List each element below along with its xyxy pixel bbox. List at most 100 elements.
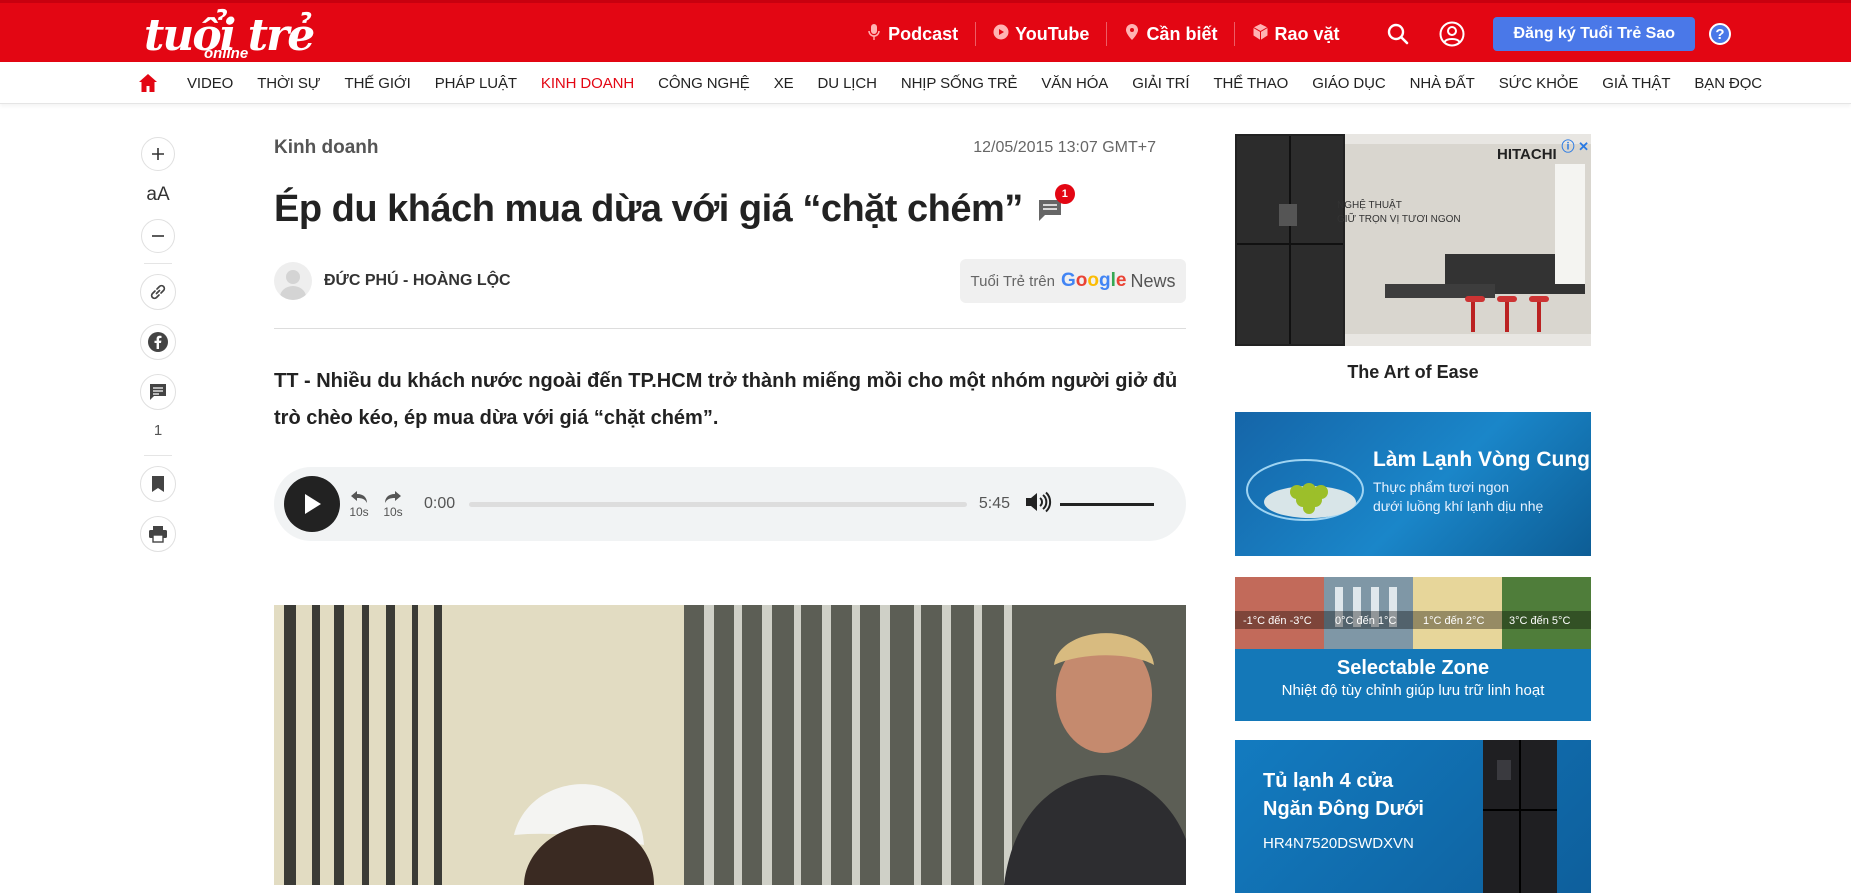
nav-item-kinh-doanh[interactable]: KINH DOANH — [529, 75, 646, 92]
nav-item-video[interactable]: VIDEO — [175, 75, 245, 92]
ad-fridge-banner[interactable]: Tủ lạnh 4 cửa Ngăn Đông Dưới HR4N7520DSW… — [1235, 740, 1591, 893]
bookmark-button[interactable] — [140, 466, 176, 502]
comment-button[interactable] — [140, 374, 176, 410]
google-logo: Google — [1061, 270, 1127, 291]
gnews-label: News — [1130, 270, 1176, 291]
nav-item-du-lich[interactable]: DU LỊCH — [806, 75, 889, 92]
article-date: 12/05/2015 13:07 GMT+7 — [973, 139, 1156, 156]
volume-icon[interactable] — [1024, 491, 1052, 518]
nav-item-cong-nghe[interactable]: CÔNG NGHỆ — [646, 75, 762, 92]
ad3-title: Selectable Zone — [1336, 657, 1490, 679]
home-icon[interactable] — [138, 73, 158, 93]
google-news-button[interactable]: Tuổi Trẻ trên Google News — [960, 259, 1186, 303]
article-category[interactable]: Kinh doanh — [274, 137, 378, 159]
youtube-icon — [993, 24, 1009, 44]
main-nav: VIDEO THỜI SỰ THẾ GIỚI PHÁP LUẬT KINH DO… — [0, 62, 1851, 104]
logo-sub: online — [204, 45, 249, 62]
site-logo[interactable]: tuổi trẻ online — [144, 12, 315, 63]
ad2-title: Làm Lạnh Vòng Cung — [1373, 448, 1590, 471]
can-biet-label: Cần biết — [1146, 23, 1218, 44]
font-decrease-button[interactable] — [141, 219, 175, 253]
rail-divider — [144, 263, 172, 264]
podcast-link[interactable]: Podcast — [849, 22, 975, 46]
youtube-label: YouTube — [1015, 23, 1090, 44]
ad2-sub2: dưới luồng khí lạnh dịu nhẹ — [1373, 498, 1544, 514]
comment-count: 1 — [153, 422, 163, 439]
ad3-zone-3: 1°C đến 2°C — [1423, 615, 1485, 627]
progress-track[interactable] — [469, 501, 967, 507]
forward-button[interactable]: 10s — [378, 489, 408, 519]
article-title: Ép du khách mua dừa với giá “chặt chém” — [274, 187, 1023, 230]
nav-item-thoi-su[interactable]: THỜI SỰ — [245, 75, 332, 92]
ad2-sub1: Thực phẩm tươi ngon — [1373, 479, 1510, 495]
nav-item-van-hoa[interactable]: VĂN HÓA — [1029, 75, 1120, 92]
nav-item-ban-doc[interactable]: BẠN ĐỌC — [1682, 75, 1774, 92]
share-rail: aA 1 — [138, 137, 178, 552]
pin-icon — [1124, 24, 1140, 44]
nav-item-giai-tri[interactable]: GIẢI TRÍ — [1120, 75, 1201, 92]
signup-button[interactable]: Đăng ký Tuổi Trẻ Sao — [1493, 17, 1695, 51]
font-increase-button[interactable] — [141, 137, 175, 171]
nav-item-suc-khoe[interactable]: SỨC KHỎE — [1487, 75, 1591, 92]
rao-vat-label: Rao vặt — [1274, 23, 1340, 44]
article-meta: Kinh doanh 12/05/2015 13:07 GMT+7 — [274, 130, 1186, 166]
ad3-zone-4: 3°C đến 5°C — [1509, 615, 1571, 627]
ad3-sub: Nhiệt độ tùy chỉnh giúp lưu trữ linh hoạ… — [1281, 682, 1545, 699]
author-avatar — [274, 262, 312, 300]
cube-icon — [1252, 24, 1268, 44]
nav-item-nhip-song-tre[interactable]: NHỊP SỐNG TRẺ — [889, 75, 1030, 92]
nav-item-the-gioi[interactable]: THẾ GIỚI — [333, 75, 423, 92]
author-name: ĐỨC PHÚ - HOÀNG LỘC — [324, 272, 511, 289]
comment-bubble-icon[interactable]: 1 — [1037, 183, 1075, 227]
ad4-model: HR4N7520DSWDXVN — [1263, 835, 1414, 852]
nav-item-xe[interactable]: XE — [762, 75, 806, 92]
ad-close-icon[interactable]: ⓘ ✕ — [1561, 136, 1589, 155]
youtube-link[interactable]: YouTube — [975, 22, 1106, 46]
forward-label: 10s — [383, 505, 403, 519]
ad3-zone-2: 0°C đến 1°C — [1335, 615, 1397, 627]
facebook-share-button[interactable] — [140, 324, 176, 360]
article: Kinh doanh 12/05/2015 13:07 GMT+7 Ép du … — [274, 130, 1186, 885]
microphone-icon — [866, 24, 882, 44]
top-header: tuổi trẻ online Podcast YouTube Cần biết — [0, 0, 1851, 62]
nav-item-nha-dat[interactable]: NHÀ ĐẤT — [1398, 75, 1487, 92]
copy-link-button[interactable] — [140, 274, 176, 310]
rewind-button[interactable]: 10s — [344, 489, 374, 519]
rewind-label: 10s — [349, 505, 369, 519]
forward-icon — [385, 491, 401, 503]
volume-slider[interactable] — [1060, 502, 1154, 506]
ad3-zone-1: -1°C đến -3°C — [1243, 615, 1312, 627]
duration: 5:45 — [978, 495, 1010, 512]
ad1-brand: HITACHI — [1497, 146, 1557, 163]
author-block[interactable]: ĐỨC PHÚ - HOÀNG LỘC — [274, 262, 511, 300]
rewind-icon — [351, 491, 367, 503]
rao-vat-link[interactable]: Rao vặt — [1234, 22, 1356, 46]
help-icon[interactable]: ? — [1709, 23, 1731, 45]
nav-item-giao-duc[interactable]: GIÁO DỤC — [1300, 75, 1397, 92]
ad4-title1: Tủ lạnh 4 cửa — [1263, 770, 1394, 792]
can-biet-link[interactable]: Cần biết — [1106, 22, 1234, 46]
audio-player: 10s 10s 0:00 5:45 — [274, 467, 1186, 541]
ad-cooling-banner[interactable]: Làm Lạnh Vòng Cung Thực phẩm tươi ngon d… — [1235, 412, 1591, 556]
print-button[interactable] — [140, 516, 176, 552]
nav-item-the-thao[interactable]: THỂ THAO — [1201, 75, 1300, 92]
article-photo — [274, 605, 1186, 885]
ad4-title2: Ngăn Đông Dưới — [1263, 798, 1424, 820]
ad-selectable-zone-banner[interactable]: -1°C đến -3°C 0°C đến 1°C 1°C đến 2°C 3°… — [1235, 577, 1591, 721]
current-time: 0:00 — [424, 495, 456, 512]
ad1-caption: The Art of Ease — [1347, 362, 1479, 382]
comment-count-badge: 1 — [1054, 183, 1075, 204]
article-sapo: TT - Nhiều du khách nước ngoài đến TP.HC… — [274, 370, 1178, 429]
header-links: Podcast YouTube Cần biết Rao vặt Đăng ký — [849, 3, 1851, 65]
rail-divider — [144, 455, 172, 456]
ad1-text2: GIỮ TRỌN VỊ TƯƠI NGON — [1337, 214, 1461, 225]
nav-item-phap-luat[interactable]: PHÁP LUẬT — [423, 75, 529, 92]
ad-hitachi-banner[interactable]: HITACHI NGHỆ THUẬT GIỮ TRỌN VỊ TƯƠI NGON… — [1235, 134, 1591, 346]
nav-item-gia-that[interactable]: GIẢ THẬT — [1590, 75, 1682, 92]
play-button[interactable] — [284, 476, 340, 532]
user-account-icon[interactable] — [1438, 20, 1466, 48]
podcast-label: Podcast — [888, 23, 959, 44]
font-size-label: aA — [146, 184, 170, 205]
meta-divider — [274, 328, 1186, 329]
search-icon[interactable] — [1384, 20, 1412, 48]
